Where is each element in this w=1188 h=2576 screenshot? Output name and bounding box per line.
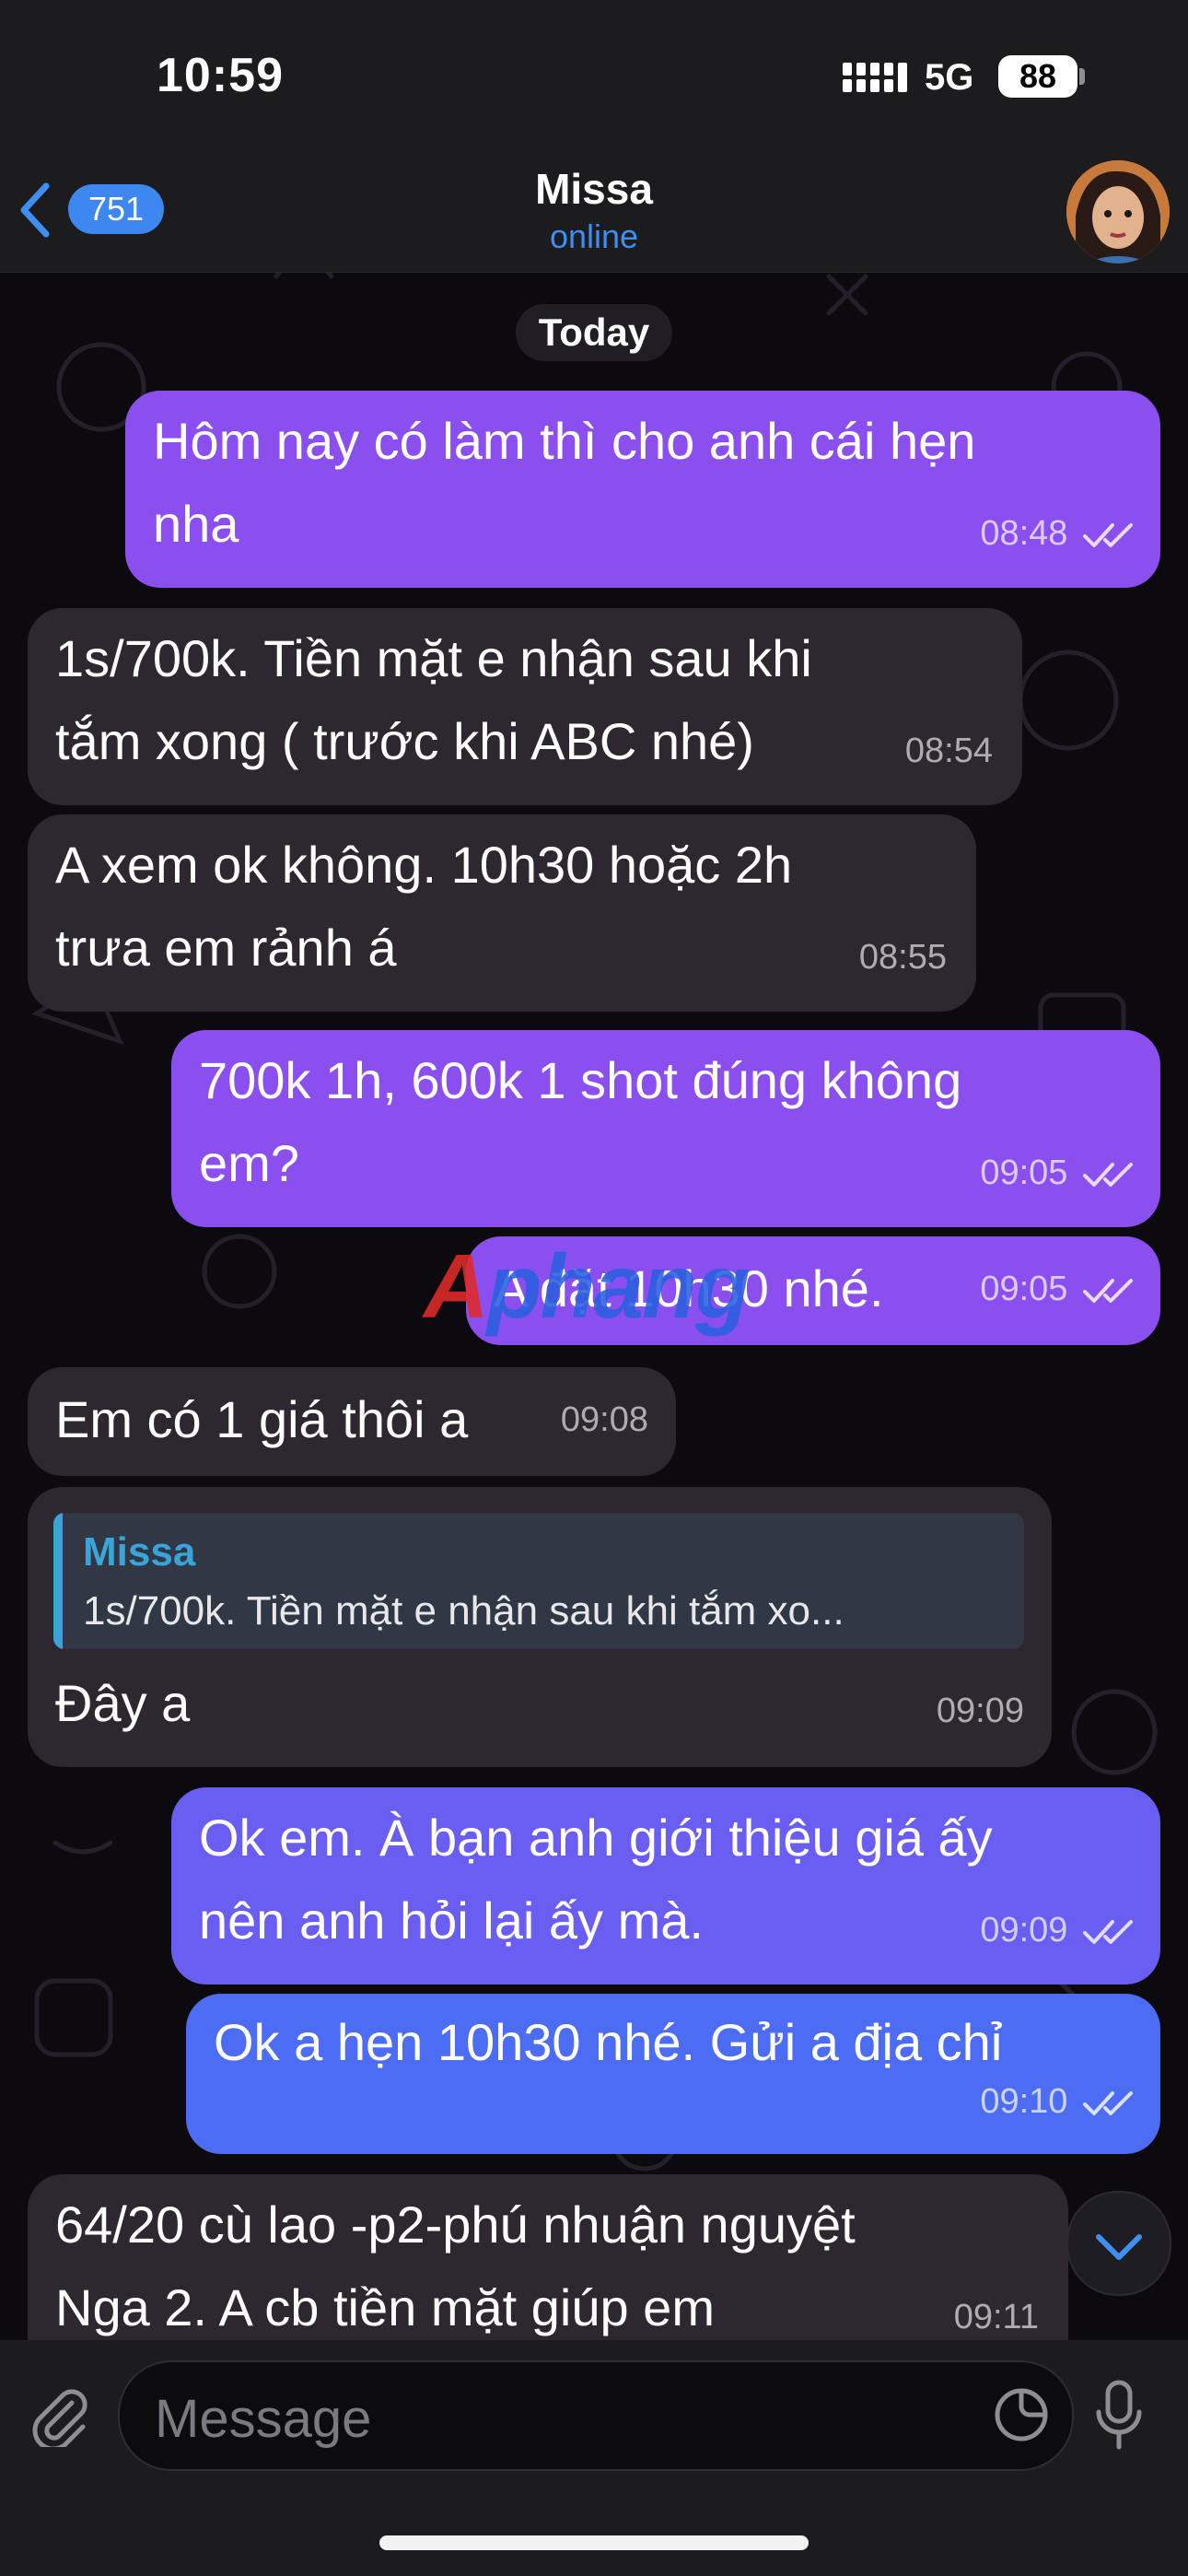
message-time: 08:48 bbox=[980, 514, 1068, 553]
reply-preview[interactable]: Missa 1s/700k. Tiền mặt e nhận sau khi t… bbox=[53, 1513, 1024, 1649]
message-text: 64/20 cù lao -p2-phú nhuận nguyệt Nga 2.… bbox=[55, 2184, 856, 2349]
message-meta: 09:09 bbox=[980, 1889, 1135, 1972]
message-bubble-outgoing[interactable]: Ok a hẹn 10h30 nhé. Gửi a địa chỉ 09:10 bbox=[186, 1994, 1160, 2154]
contact-avatar[interactable] bbox=[1066, 160, 1170, 263]
message-bubble-outgoing[interactable]: Hôm nay có làm thì cho anh cái hẹn nha 0… bbox=[125, 391, 1160, 588]
double-check-icon bbox=[1083, 1278, 1133, 1303]
watermark-part: A bbox=[424, 1235, 489, 1337]
message-text: Ok em. À bạn anh giới thiệu giá ấy nên a… bbox=[199, 1797, 993, 1962]
message-meta: 09:10 bbox=[980, 2060, 1135, 2143]
date-separator: Today bbox=[516, 304, 672, 361]
message-time: 09:10 bbox=[980, 2082, 1068, 2121]
message-bubble-incoming[interactable]: A xem ok không. 10h30 hoặc 2h trưa em rả… bbox=[28, 814, 976, 1012]
scroll-to-bottom-button[interactable] bbox=[1066, 2191, 1171, 2296]
message-line: Em có 1 giá thôi a bbox=[55, 1390, 469, 1448]
message-bubble-outgoing[interactable]: 700k 1h, 600k 1 shot đúng không em? 09:0… bbox=[171, 1030, 1160, 1227]
chat-header: 751 Missa online bbox=[0, 147, 1188, 273]
message-text: Đây a bbox=[55, 1662, 190, 1745]
message-time: 09:08 bbox=[560, 1400, 648, 1439]
battery-indicator: 88 bbox=[998, 55, 1077, 98]
avatar-icon bbox=[1066, 160, 1170, 263]
message-line: nên anh hỏi lại ấy mà. bbox=[199, 1891, 704, 1950]
message-bubble-outgoing[interactable]: Ok em. À bạn anh giới thiệu giá ấy nên a… bbox=[171, 1787, 1160, 1985]
double-check-icon bbox=[1083, 1162, 1133, 1187]
status-bar: 10:59 5G 88 bbox=[0, 0, 1188, 147]
message-line: 700k 1h, 600k 1 shot đúng không bbox=[199, 1051, 962, 1109]
message-line: Ok em. À bạn anh giới thiệu giá ấy bbox=[199, 1809, 993, 1867]
message-time: 09:05 bbox=[980, 1153, 1068, 1192]
contact-status: online bbox=[549, 217, 639, 255]
message-line: Hôm nay có làm thì cho anh cái hẹn bbox=[153, 412, 976, 470]
message-bubble-incoming[interactable]: Em có 1 giá thôi a 09:08 bbox=[28, 1367, 676, 1476]
message-line: em? bbox=[199, 1134, 299, 1192]
message-time: 08:55 bbox=[858, 938, 947, 977]
watermark: Aphang bbox=[424, 1235, 751, 1339]
battery-tip bbox=[1079, 68, 1085, 85]
message-text: 700k 1h, 600k 1 shot đúng không em? bbox=[199, 1039, 961, 1205]
message-time: 09:09 bbox=[980, 1911, 1068, 1950]
message-time: 09:05 bbox=[980, 1270, 1068, 1308]
message-line: tắm xong ( trước khi ABC nhé) bbox=[55, 712, 754, 770]
message-placeholder: Message bbox=[155, 2389, 372, 2449]
message-line: Nga 2. A cb tiền mặt giúp em bbox=[55, 2278, 715, 2336]
watermark-part: phang bbox=[486, 1235, 751, 1337]
double-check-icon bbox=[1083, 522, 1133, 547]
double-check-icon bbox=[1083, 2090, 1133, 2115]
message-meta: 08:48 bbox=[980, 492, 1135, 575]
message-text: Hôm nay có làm thì cho anh cái hẹn nha bbox=[153, 400, 975, 566]
message-text: A xem ok không. 10h30 hoặc 2h trưa em rả… bbox=[55, 824, 792, 989]
message-bubble-incoming[interactable]: 1s/700k. Tiền mặt e nhận sau khi tắm xon… bbox=[28, 608, 1022, 805]
message-line: nha bbox=[153, 495, 239, 553]
message-line: A xem ok không. 10h30 hoặc 2h bbox=[55, 836, 793, 894]
reply-quote-text: 1s/700k. Tiền mặt e nhận sau khi tắm xo.… bbox=[83, 1588, 844, 1633]
message-line: Ok a hẹn 10h30 nhé. Gửi a địa chỉ bbox=[214, 2013, 1003, 2071]
message-text: Ok a hẹn 10h30 nhé. Gửi a địa chỉ bbox=[214, 2001, 1002, 2084]
contact-name[interactable]: Missa bbox=[0, 164, 1188, 214]
message-line: trưa em rảnh á bbox=[55, 919, 397, 977]
network-type: 5G bbox=[925, 57, 974, 98]
double-check-icon bbox=[1083, 1919, 1133, 1944]
message-line: 64/20 cù lao -p2-phú nhuận nguyệt bbox=[55, 2195, 856, 2254]
message-text: Em có 1 giá thôi a bbox=[55, 1378, 468, 1461]
reply-accent-bar bbox=[53, 1513, 63, 1649]
message-time: 09:09 bbox=[936, 1692, 1024, 1730]
message-text: 1s/700k. Tiền mặt e nhận sau khi tắm xon… bbox=[55, 617, 812, 783]
status-time: 10:59 bbox=[157, 49, 284, 102]
reply-author: Missa bbox=[83, 1529, 196, 1575]
message-meta: 09:05 bbox=[980, 1247, 1135, 1330]
attach-icon[interactable] bbox=[28, 2386, 88, 2447]
message-meta: 09:05 bbox=[980, 1131, 1135, 1214]
message-line: 1s/700k. Tiền mặt e nhận sau khi bbox=[55, 629, 812, 687]
signal-icon bbox=[843, 63, 907, 92]
chevron-down-icon bbox=[1096, 2234, 1142, 2260]
message-time: 08:54 bbox=[904, 732, 993, 770]
message-line: Đây a bbox=[55, 1674, 191, 1732]
message-bubble-incoming[interactable]: Missa 1s/700k. Tiền mặt e nhận sau khi t… bbox=[28, 1487, 1052, 1767]
home-indicator bbox=[379, 2535, 809, 2550]
microphone-icon[interactable] bbox=[1094, 2379, 1144, 2453]
sticker-icon[interactable] bbox=[993, 2386, 1050, 2443]
message-input[interactable]: Message bbox=[118, 2360, 1074, 2471]
